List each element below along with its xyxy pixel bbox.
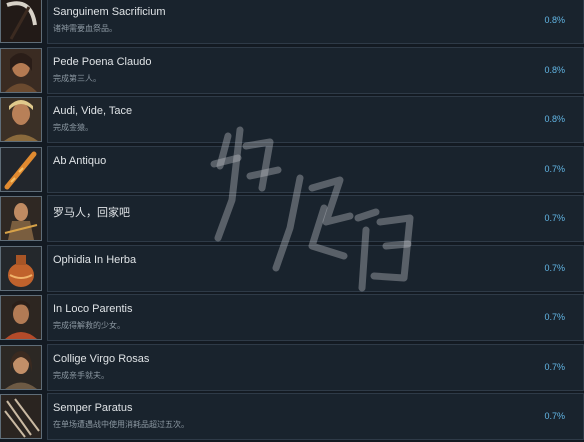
achievement-title: Collige Virgo Rosas [53, 352, 150, 365]
achievement-row[interactable]: Audi, Vide, Tace 完成金猿。 0.8% [0, 95, 584, 145]
unlock-percentage: 0.8% [544, 114, 565, 124]
unlock-percentage: 0.7% [544, 361, 565, 372]
achievement-title: 罗马人，回家吧 [53, 207, 130, 219]
achievement-row[interactable]: Ophidia In Herba 0.7% [0, 244, 584, 294]
achievement-description: 完成金猿。 [53, 123, 93, 132]
achievement-row[interactable]: Pede Poena Claudo 完成第三人。 0.8% [0, 46, 584, 96]
unlock-percentage: 0.7% [544, 312, 565, 322]
achievement-title: Pede Poena Claudo [53, 55, 152, 68]
achievement-card: Pede Poena Claudo 完成第三人。 0.8% [47, 46, 584, 94]
man-portrait-icon [0, 295, 42, 340]
achievement-card: Sanguinem Sacrificium 诸神需要血祭品。 0.8% [47, 0, 584, 44]
achievement-row[interactable]: Sanguinem Sacrificium 诸神需要血祭品。 0.8% [0, 0, 584, 46]
warrior-portrait-icon [0, 47, 42, 93]
achievement-card: In Loco Parentis 完成得解救的少女。 0.7% [47, 294, 584, 341]
staff-icon [0, 146, 42, 192]
achievement-title: Audi, Vide, Tace [53, 105, 133, 117]
weapons-icon [0, 394, 42, 439]
achievement-title: Ab Antiquo [53, 154, 107, 167]
achievement-title: In Loco Parentis [53, 303, 133, 315]
achievement-row[interactable]: Collige Virgo Rosas 完成亲手就夫。 0.7% [0, 343, 584, 393]
achievement-list: Sanguinem Sacrificium 诸神需要血祭品。 0.8% Pede Po… [0, 0, 584, 440]
achievement-row[interactable]: In Loco Parentis 完成得解救的少女。 0.7% [0, 293, 584, 343]
achievement-row[interactable]: Semper Paratus 在单场遭遇战中使用消耗品超过五次。 0.7% [0, 392, 584, 442]
achievement-description: 在单场遭遇战中使用消耗品超过五次。 [53, 420, 189, 429]
achievement-description: 诸神需要血祭品。 [53, 24, 117, 33]
achievement-description: 完成得解救的少女。 [53, 321, 125, 330]
achievement-description: 完成第三人。 [53, 73, 101, 83]
scythe-icon [0, 0, 42, 43]
achievement-description: 完成亲手就夫。 [53, 370, 109, 380]
achievement-card: Semper Paratus 在单场遭遇战中使用消耗品超过五次。 0.7% [47, 393, 584, 440]
achievement-title: Ophidia In Herba [53, 253, 137, 266]
unlock-percentage: 0.8% [544, 15, 565, 25]
unlock-percentage: 0.7% [544, 262, 565, 273]
unlock-percentage: 0.7% [544, 163, 565, 174]
achievement-card: Ab Antiquo 0.7% [47, 145, 584, 193]
achievement-card: 罗马人，回家吧 0.7% [47, 195, 584, 242]
unlock-percentage: 0.8% [544, 64, 565, 75]
unlock-percentage: 0.7% [544, 213, 565, 223]
woman-portrait-icon [0, 344, 42, 390]
achievement-title: Semper Paratus [53, 402, 133, 414]
achievement-card: Audi, Vide, Tace 完成金猿。 0.8% [47, 96, 584, 143]
achievement-card: Collige Virgo Rosas 完成亲手就夫。 0.7% [47, 343, 584, 391]
bearded-man-portrait-icon [0, 97, 42, 142]
achievement-row[interactable]: 罗马人，回家吧 0.7% [0, 194, 584, 244]
figure-portrait-icon [0, 196, 42, 241]
unlock-percentage: 0.7% [544, 411, 565, 421]
achievement-title: Sanguinem Sacrificium [53, 6, 166, 18]
pottery-jar-icon [0, 245, 42, 291]
achievement-row[interactable]: Ab Antiquo 0.7% [0, 145, 584, 195]
achievement-card: Ophidia In Herba 0.7% [47, 244, 584, 292]
